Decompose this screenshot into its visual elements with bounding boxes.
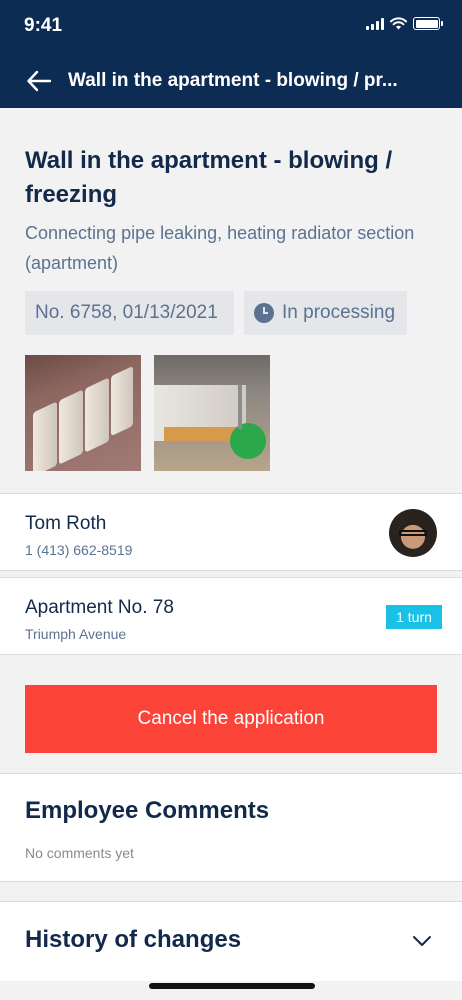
status-bar-time: 9:41 xyxy=(24,15,63,36)
avatar xyxy=(389,509,437,557)
attachment-photo-radiator[interactable] xyxy=(25,355,141,471)
history-title: History of changes xyxy=(25,926,242,953)
contact-name: Tom Roth xyxy=(25,513,107,534)
contact-card[interactable]: Tom Roth 1 (413) 662-8519 xyxy=(0,493,462,571)
request-description: Connecting pipe leaking, heating radiato… xyxy=(25,223,415,273)
apartment-title: Apartment No. 78 xyxy=(25,597,174,618)
home-indicator[interactable] xyxy=(149,983,315,989)
cellular-signal-icon xyxy=(366,17,384,30)
status-label: In processing xyxy=(282,302,396,323)
top-app-bar: 9:41 Wall in the apartment - blowing / p… xyxy=(0,0,462,108)
address-card[interactable]: Apartment No. 78 Triumph Avenue 1 turn xyxy=(0,577,462,655)
contact-phone[interactable]: 1 (413) 662-8519 xyxy=(25,542,132,558)
wifi-icon xyxy=(390,17,407,30)
request-number-label: No. 6758, 01/13/2021 xyxy=(35,302,218,323)
chevron-down-icon[interactable] xyxy=(412,934,432,948)
request-number-chip: No. 6758, 01/13/2021 xyxy=(25,291,234,335)
comments-empty-text: No comments yet xyxy=(25,845,134,861)
back-arrow-icon[interactable] xyxy=(26,68,52,94)
street-name: Triumph Avenue xyxy=(25,626,127,642)
clock-icon xyxy=(254,303,274,323)
employee-comments-section: Employee Comments No comments yet xyxy=(0,773,462,882)
queue-badge: 1 turn xyxy=(386,605,442,629)
history-section[interactable]: History of changes xyxy=(0,901,462,981)
cancel-application-button[interactable]: Cancel the application xyxy=(25,685,437,753)
request-title: Wall in the apartment - blowing / freezi… xyxy=(25,147,393,208)
request-details: Wall in the apartment - blowing / freezi… xyxy=(0,108,462,493)
status-chip: In processing xyxy=(244,291,407,335)
nav-title: Wall in the apartment - blowing / pr... xyxy=(68,70,398,91)
battery-icon xyxy=(413,17,443,30)
comments-title: Employee Comments xyxy=(25,797,270,824)
status-bar-icons xyxy=(366,17,443,30)
attachment-photo-pipe[interactable] xyxy=(154,355,270,471)
